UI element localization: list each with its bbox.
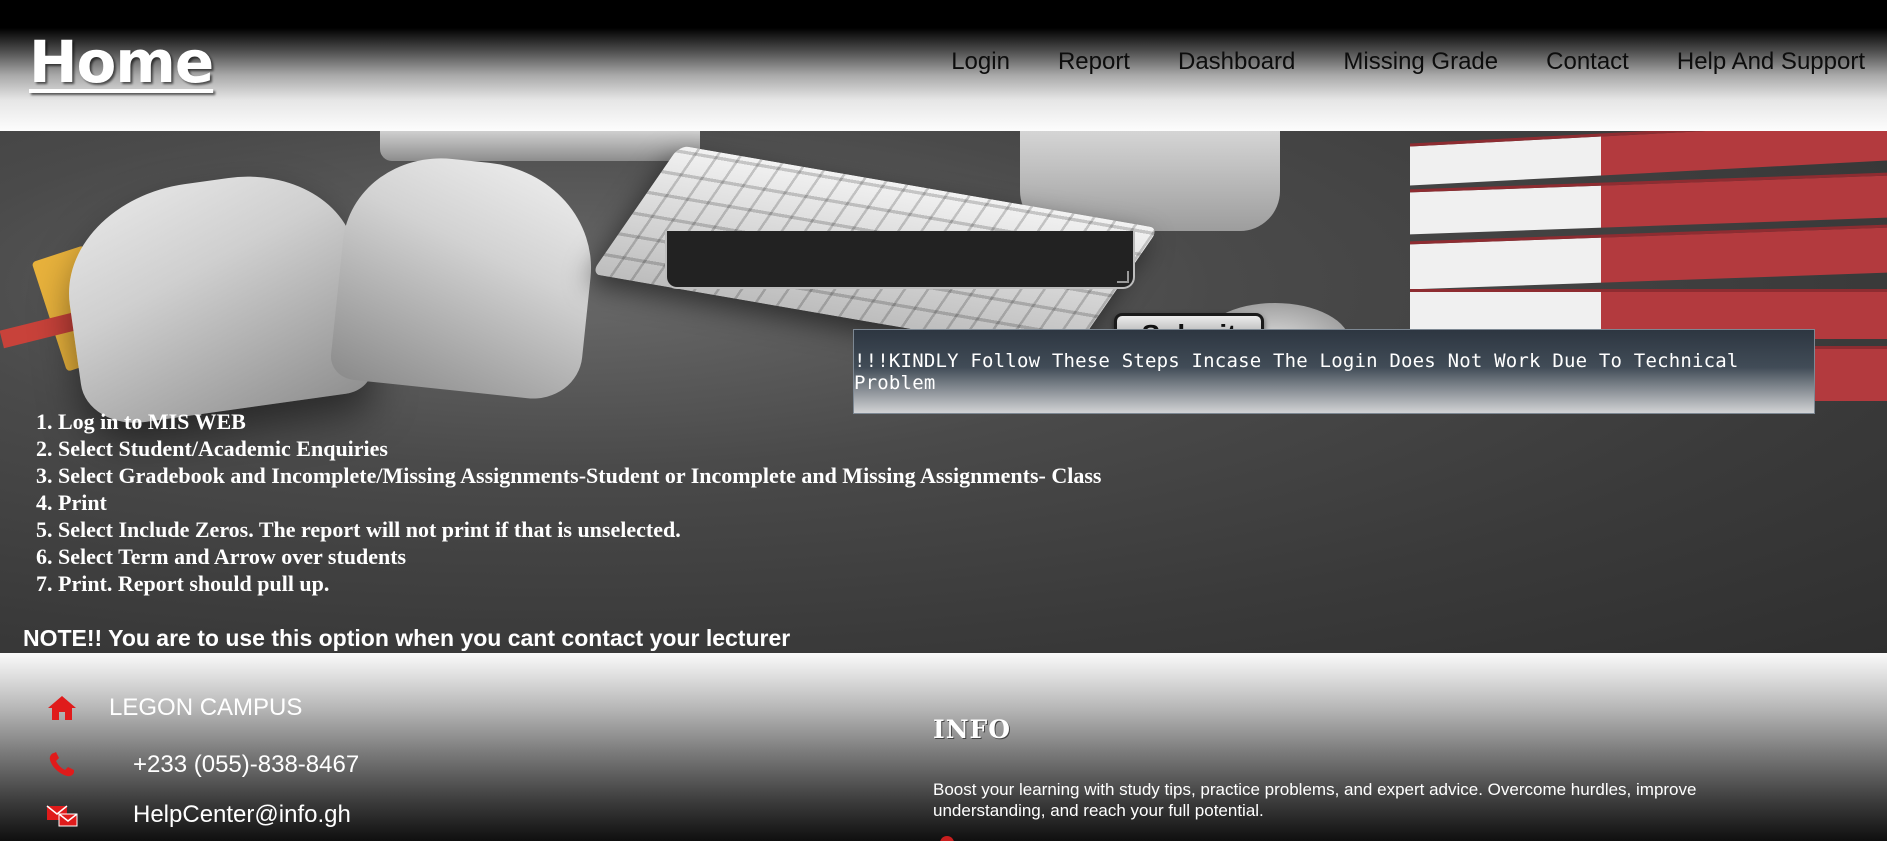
phone-link[interactable]: +233 (055)-838-8467 (133, 751, 359, 779)
steps-list: 1. Log in to MIS WEB 2. Select Student/A… (36, 408, 1101, 597)
nav-help-and-support[interactable]: Help And Support (1653, 48, 1887, 76)
contact-phone: +233 (055)-838-8467 (45, 750, 359, 780)
list-item: 2. Select Student/Academic Enquiries (36, 436, 388, 461)
info-title: INFO (933, 715, 1012, 744)
home-link[interactable]: Home (29, 28, 214, 96)
nav-dashboard[interactable]: Dashboard (1154, 48, 1319, 76)
note-text: NOTE!! You are to use this option when y… (23, 625, 791, 651)
list-item: 3. Select Gradebook and Incomplete/Missi… (36, 463, 1102, 488)
site-header: Home Login Report Dashboard Missing Grad… (0, 0, 1887, 131)
email-link[interactable]: HelpCenter@info.gh (133, 801, 351, 829)
main-nav: Login Report Dashboard Missing Grade Con… (927, 48, 1887, 76)
message-textarea[interactable] (665, 231, 1135, 289)
list-item: 5. Select Include Zeros. The report will… (36, 517, 681, 542)
background-open-book-left (55, 161, 375, 431)
notice-text: !!!KINDLY Follow These Steps Incase The … (854, 349, 1739, 394)
background-open-book-right (328, 148, 602, 404)
list-item: 4. Print (36, 490, 107, 515)
info-text: Boost your learning with study tips, pra… (933, 780, 1697, 820)
campus-label: LEGON CAMPUS (109, 694, 303, 721)
background-books-stack (1410, 131, 1887, 471)
nav-login[interactable]: Login (927, 48, 1034, 76)
list-item: 6. Select Term and Arrow over students (36, 544, 407, 569)
nav-missing-grade[interactable]: Missing Grade (1319, 48, 1522, 76)
notice-banner: !!!KINDLY Follow These Steps Incase The … (853, 329, 1815, 414)
nav-contact[interactable]: Contact (1522, 48, 1653, 76)
contact-campus: LEGON CAMPUS (45, 693, 302, 723)
list-item: 7. Print. Report should pull up. (36, 571, 330, 596)
nav-report[interactable]: Report (1034, 48, 1154, 76)
phone-icon (45, 750, 79, 780)
home-icon (45, 693, 79, 723)
background-monitor-base (380, 131, 700, 161)
list-item: 1. Log in to MIS WEB (36, 409, 246, 434)
mail-icon (45, 800, 79, 830)
contact-email: HelpCenter@info.gh (45, 800, 351, 830)
